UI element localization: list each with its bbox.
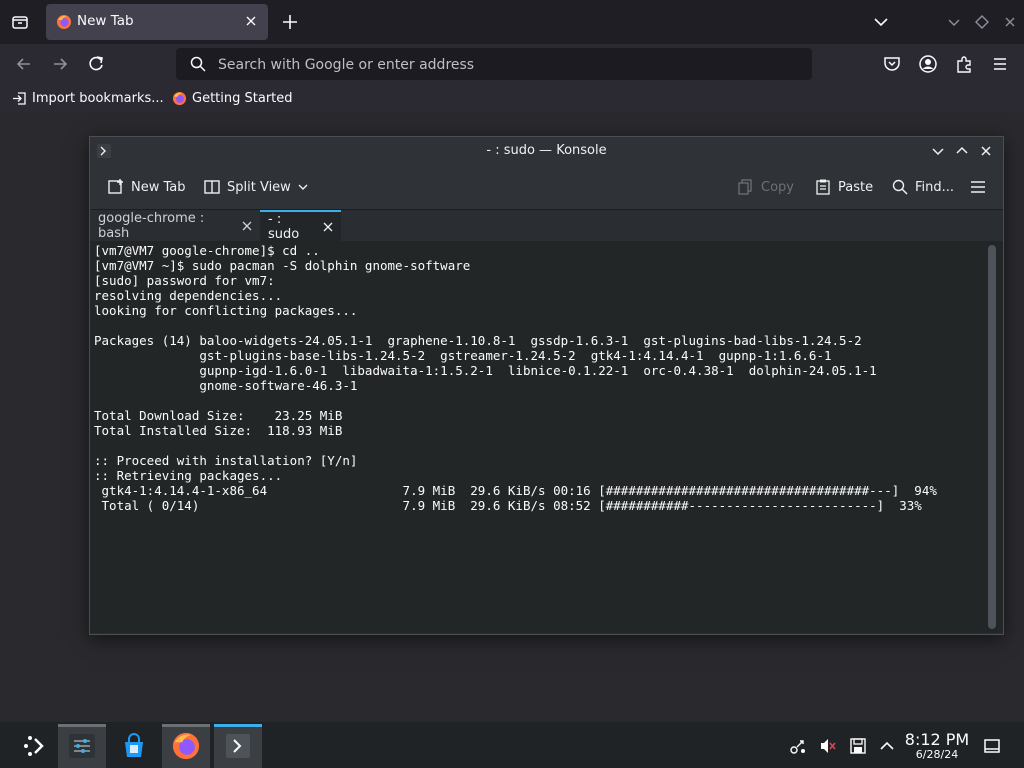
new-tab-label: New Tab [131,179,186,195]
save-icon[interactable] [848,736,868,756]
network-icon[interactable] [788,736,808,756]
tab-list-icon[interactable] [10,12,30,32]
copy-label: Copy [761,179,794,195]
new-tab-button[interactable]: New Tab [107,176,186,198]
maximize-icon[interactable] [974,14,990,30]
terminal-text: [vm7@VM7 google-chrome]$ cd .. [vm7@VM7 … [94,243,937,513]
close-icon[interactable] [242,221,252,231]
firefox-icon [172,91,187,106]
tab-label: - : sudo [268,211,300,242]
import-icon [12,91,27,106]
browser-tab[interactable]: New Tab [46,4,268,40]
scrollbar-thumb[interactable] [988,245,996,629]
minimize-icon[interactable] [930,143,946,159]
chevron-down-icon[interactable] [872,13,890,31]
find-button[interactable]: Find... [891,176,954,198]
browser-tab-bar: New Tab [0,0,1024,44]
taskbar-system-settings[interactable] [58,724,106,768]
konsole-icon [223,731,253,761]
pocket-icon[interactable] [882,54,902,74]
window-title: - : sudo — Konsole [486,143,607,158]
search-icon [190,56,206,72]
show-desktop-icon[interactable] [982,736,1002,756]
close-icon[interactable] [323,222,333,232]
maximize-icon[interactable] [954,143,970,159]
paste-icon [814,178,832,196]
split-view-icon [203,178,221,196]
address-bar[interactable] [176,48,812,80]
find-label: Find... [915,179,955,195]
split-view-label: Split View [227,179,291,195]
split-view-button[interactable]: Split View [203,176,309,198]
terminal-output[interactable]: [vm7@VM7 google-chrome]$ cd .. [vm7@VM7 … [90,241,985,633]
find-icon [891,178,909,196]
copy-icon [737,178,755,196]
taskbar-konsole[interactable] [214,724,262,768]
volume-muted-icon[interactable] [818,736,838,756]
clock-date[interactable]: 6/28/24 [904,748,970,761]
konsole-tab-bar: google-chrome : bash - : sudo [90,210,1003,242]
chevron-down-icon [297,181,309,193]
close-icon[interactable] [244,14,258,28]
discover-icon [119,731,149,761]
menu-icon[interactable] [990,54,1010,74]
hamburger-menu-button[interactable] [969,176,987,198]
app-launcher-icon [21,733,47,759]
system-settings-icon [67,731,97,761]
reload-icon[interactable] [86,54,106,74]
tab-label: google-chrome : bash [98,210,205,241]
konsole-window: - : sudo — Konsole New Tab Split View Co… [89,136,1004,635]
plus-icon[interactable] [280,12,300,32]
app-launcher-button[interactable] [10,724,58,768]
chevron-up-icon[interactable] [877,736,897,756]
bookmark-label: Getting Started [192,90,293,106]
new-tab-icon [107,178,125,196]
paste-label: Paste [838,179,874,195]
extensions-icon[interactable] [954,54,974,74]
paste-button[interactable]: Paste [814,176,873,198]
bookmark-label: Import bookmarks... [32,90,164,106]
konsole-toolbar: New Tab Split View Copy Paste Find... [90,165,1003,210]
window-close-icon[interactable] [978,143,994,159]
terminal-scrollbar[interactable] [985,241,1003,633]
account-icon[interactable] [918,54,938,74]
bookmark-getting-started[interactable]: Getting Started [172,89,293,107]
minimize-icon[interactable] [946,14,962,30]
taskbar [0,722,1024,768]
taskbar-discover[interactable] [110,724,158,768]
browser-tab-title: New Tab [77,13,134,29]
konsole-titlebar[interactable]: - : sudo — Konsole [90,137,1003,165]
firefox-icon [56,14,72,30]
back-icon[interactable] [14,54,34,74]
window-close-icon[interactable] [1002,14,1018,30]
clock-time[interactable]: 8:12 PM [904,730,970,749]
address-input[interactable] [216,52,800,78]
forward-icon[interactable] [50,54,70,74]
hamburger-icon [969,178,987,196]
copy-button[interactable]: Copy [737,176,794,198]
bookmark-import[interactable]: Import bookmarks... [12,89,164,107]
firefox-icon [171,731,201,761]
tab-google-chrome-bash[interactable]: google-chrome : bash [90,210,260,241]
tab-sudo[interactable]: - : sudo [260,210,341,242]
taskbar-firefox[interactable] [162,724,210,768]
